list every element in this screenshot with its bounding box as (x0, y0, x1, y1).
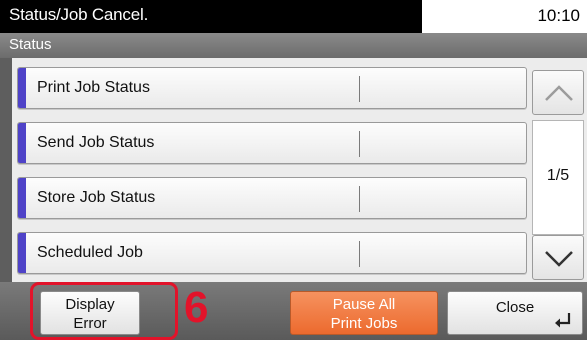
status-item-label: Scheduled Job (37, 244, 143, 261)
status-item-label: Send Job Status (37, 134, 155, 151)
side-strip (0, 58, 12, 282)
clock-area: 10:10 (422, 0, 587, 33)
pause-all-print-jobs-button[interactable]: Pause All Print Jobs (290, 291, 438, 335)
row-accent-bar (18, 233, 26, 273)
subtitle-label: Status (9, 36, 52, 53)
status-item-send-job[interactable]: Send Job Status (17, 122, 527, 164)
row-accent-bar (18, 68, 26, 108)
row-accent-bar (18, 123, 26, 163)
scroll-down-button[interactable] (532, 235, 584, 280)
title-bar: Status/Job Cancel. 10:10 (0, 0, 587, 33)
row-divider (359, 76, 360, 102)
pause-label-line1: Pause All (332, 296, 396, 313)
screen-title: Status/Job Cancel. (9, 5, 149, 24)
chevron-up-icon (545, 85, 573, 101)
pause-label-line2: Print Jobs (330, 315, 398, 332)
row-divider (359, 131, 360, 157)
page-indicator: 1/5 (532, 120, 584, 235)
close-button[interactable]: Close (447, 291, 583, 335)
status-item-label: Store Job Status (37, 189, 156, 206)
status-item-scheduled-job[interactable]: Scheduled Job (17, 232, 527, 274)
page-number: 1/5 (546, 167, 570, 184)
status-item-store-job[interactable]: Store Job Status (17, 177, 527, 219)
enter-return-icon (555, 313, 571, 328)
row-divider (359, 186, 360, 212)
chevron-down-icon (545, 251, 573, 267)
status-item-label: Print Job Status (37, 79, 150, 96)
row-divider (359, 241, 360, 267)
status-item-print-job[interactable]: Print Job Status (17, 67, 527, 109)
subtitle-bar: Status (0, 33, 587, 58)
callout-highlight (30, 282, 178, 340)
step-number: 6 (184, 283, 209, 332)
scroll-up-button[interactable] (532, 70, 584, 115)
row-accent-bar (18, 178, 26, 218)
clock: 10:10 (537, 6, 580, 25)
